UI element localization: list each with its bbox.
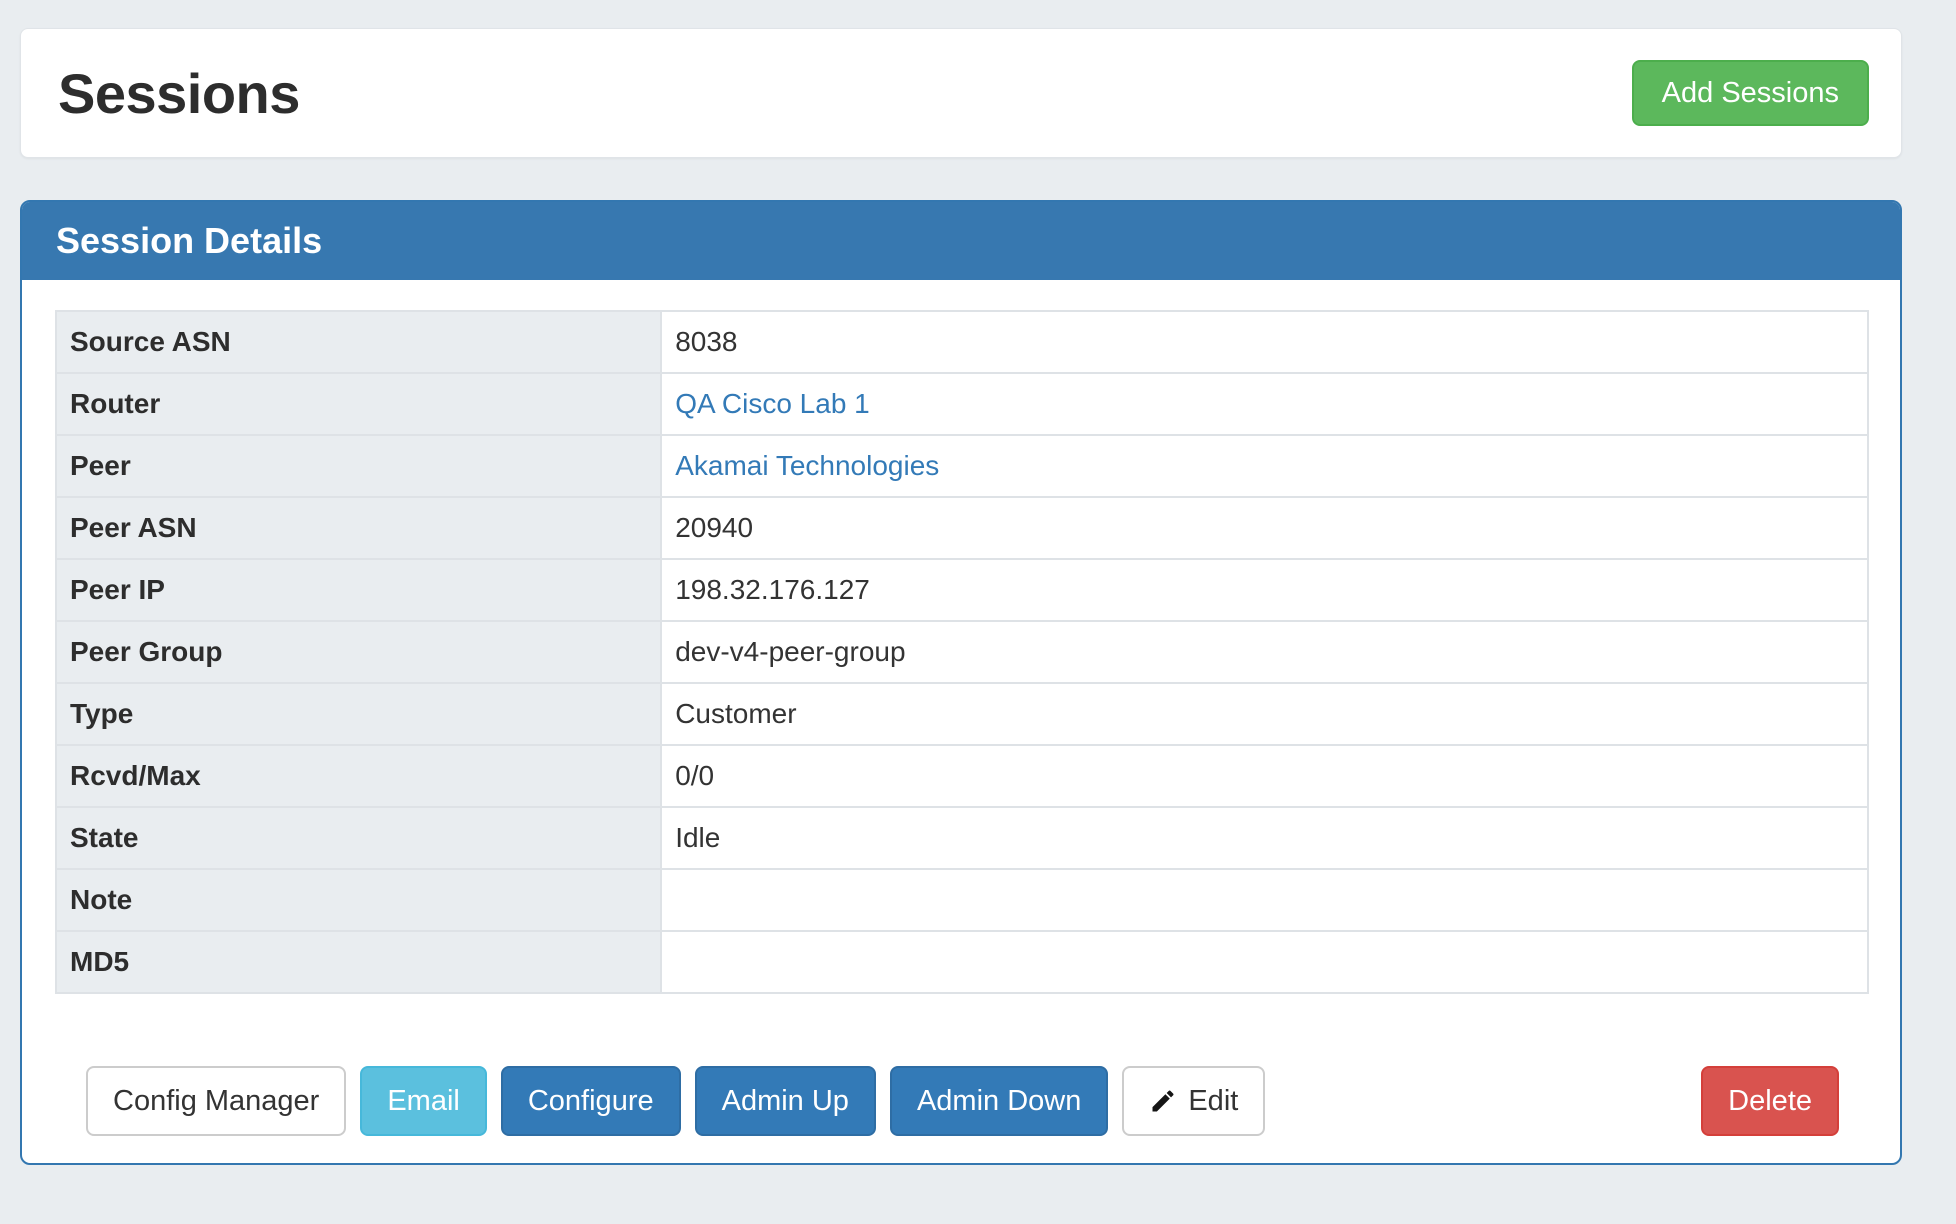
row-value: 8038 bbox=[661, 311, 1868, 373]
sessions-header-card: Sessions Add Sessions bbox=[20, 28, 1902, 158]
edit-button-label: Edit bbox=[1188, 1087, 1238, 1116]
router-link[interactable]: QA Cisco Lab 1 bbox=[675, 388, 870, 419]
page-title: Sessions bbox=[58, 61, 300, 126]
row-label: Router bbox=[56, 373, 661, 435]
session-details-table: Source ASN 8038 Router QA Cisco Lab 1 Pe… bbox=[55, 310, 1869, 994]
row-label: State bbox=[56, 807, 661, 869]
config-manager-button[interactable]: Config Manager bbox=[86, 1066, 346, 1136]
panel-heading: Session Details bbox=[22, 202, 1900, 280]
row-value bbox=[661, 931, 1868, 993]
row-value bbox=[661, 869, 1868, 931]
admin-down-button[interactable]: Admin Down bbox=[890, 1066, 1108, 1136]
table-row-peer-group: Peer Group dev-v4-peer-group bbox=[56, 621, 1868, 683]
row-label: Rcvd/Max bbox=[56, 745, 661, 807]
row-label: Type bbox=[56, 683, 661, 745]
pencil-icon bbox=[1149, 1087, 1177, 1115]
table-row-peer: Peer Akamai Technologies bbox=[56, 435, 1868, 497]
row-label: Peer Group bbox=[56, 621, 661, 683]
table-row-state: State Idle bbox=[56, 807, 1868, 869]
row-value: QA Cisco Lab 1 bbox=[661, 373, 1868, 435]
action-buttons-row: Config Manager Email Configure Admin Up … bbox=[86, 1066, 1839, 1136]
admin-up-button[interactable]: Admin Up bbox=[695, 1066, 876, 1136]
configure-button[interactable]: Configure bbox=[501, 1066, 681, 1136]
table-row-peer-asn: Peer ASN 20940 bbox=[56, 497, 1868, 559]
row-value: Idle bbox=[661, 807, 1868, 869]
email-button[interactable]: Email bbox=[360, 1066, 487, 1136]
row-value: 198.32.176.127 bbox=[661, 559, 1868, 621]
panel-title: Session Details bbox=[56, 220, 322, 262]
peer-link[interactable]: Akamai Technologies bbox=[675, 450, 939, 481]
table-row-note: Note bbox=[56, 869, 1868, 931]
delete-button[interactable]: Delete bbox=[1701, 1066, 1839, 1136]
table-row-md5: MD5 bbox=[56, 931, 1868, 993]
row-label: Note bbox=[56, 869, 661, 931]
row-value: 20940 bbox=[661, 497, 1868, 559]
page: { "colors": { "page-bg": "#e9edf0", "pri… bbox=[0, 28, 1956, 1224]
row-label: Peer bbox=[56, 435, 661, 497]
row-label: Source ASN bbox=[56, 311, 661, 373]
table-row-source-asn: Source ASN 8038 bbox=[56, 311, 1868, 373]
row-value: 0/0 bbox=[661, 745, 1868, 807]
table-row-peer-ip: Peer IP 198.32.176.127 bbox=[56, 559, 1868, 621]
table-row-router: Router QA Cisco Lab 1 bbox=[56, 373, 1868, 435]
row-value: dev-v4-peer-group bbox=[661, 621, 1868, 683]
table-row-type: Type Customer bbox=[56, 683, 1868, 745]
table-row-rcvd-max: Rcvd/Max 0/0 bbox=[56, 745, 1868, 807]
row-label: Peer IP bbox=[56, 559, 661, 621]
session-details-panel: Session Details Source ASN 8038 Router Q… bbox=[20, 200, 1902, 1165]
edit-button[interactable]: Edit bbox=[1122, 1066, 1265, 1136]
row-value: Akamai Technologies bbox=[661, 435, 1868, 497]
row-label: MD5 bbox=[56, 931, 661, 993]
panel-body: Source ASN 8038 Router QA Cisco Lab 1 Pe… bbox=[22, 280, 1900, 1163]
row-value: Customer bbox=[661, 683, 1868, 745]
row-label: Peer ASN bbox=[56, 497, 661, 559]
add-sessions-button[interactable]: Add Sessions bbox=[1632, 60, 1869, 126]
